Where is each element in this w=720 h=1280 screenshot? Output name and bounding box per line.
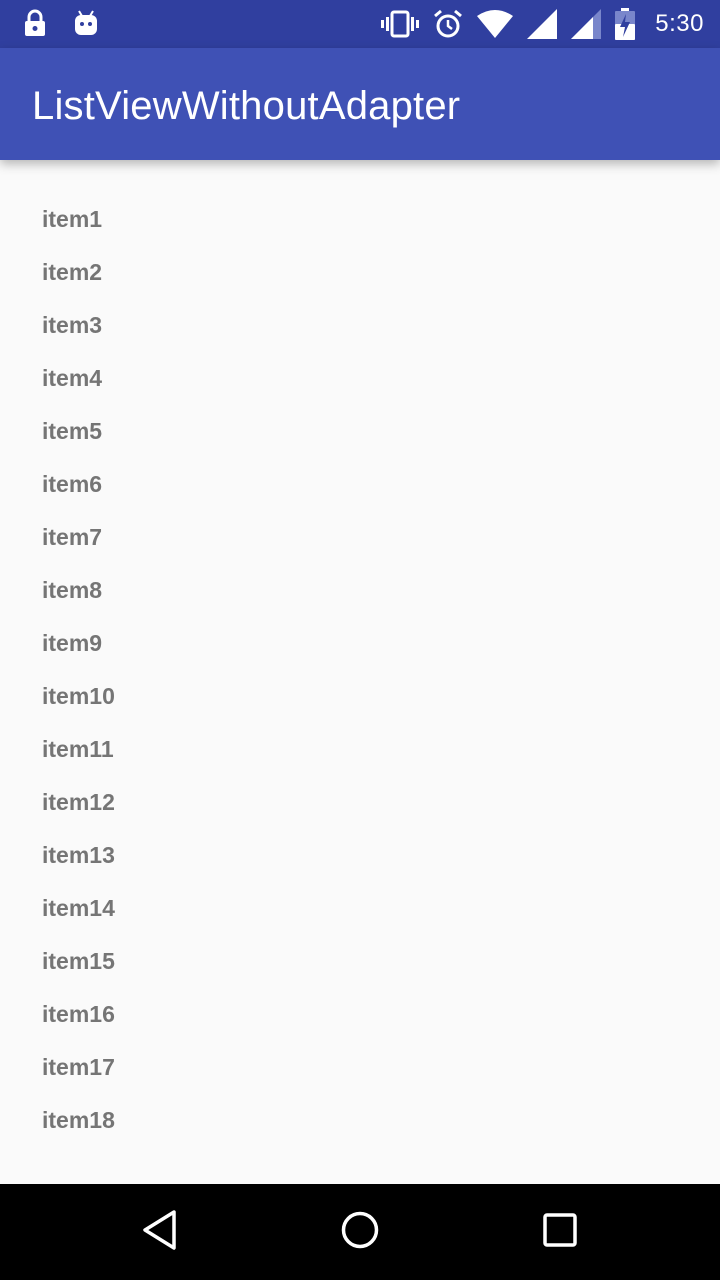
home-button[interactable] xyxy=(336,1208,384,1256)
list-item-label: item8 xyxy=(42,577,103,603)
list-item-label: item13 xyxy=(42,842,115,868)
list-item-label: item7 xyxy=(42,524,103,550)
alarm-icon xyxy=(433,9,463,39)
recent-apps-button[interactable] xyxy=(536,1208,584,1256)
back-button[interactable] xyxy=(136,1208,184,1256)
list-item[interactable]: item4 xyxy=(0,352,720,405)
list-item[interactable]: item1 xyxy=(0,193,720,246)
list-item-label: item10 xyxy=(42,683,115,709)
list-item[interactable]: item15 xyxy=(0,935,720,988)
list-item-label: item2 xyxy=(42,259,103,285)
status-system-icons: 5:30 xyxy=(381,6,704,42)
signal-icon-2 xyxy=(571,9,602,39)
list-item[interactable]: item7 xyxy=(0,511,720,564)
list-item-label: item6 xyxy=(42,471,103,497)
list-item-label: item9 xyxy=(42,630,103,656)
android-icon xyxy=(72,8,100,38)
status-notifications xyxy=(22,8,100,38)
vibrate-icon xyxy=(381,9,420,39)
list-item-label: item15 xyxy=(42,948,115,974)
home-icon xyxy=(339,1209,381,1256)
app-bar: ListViewWithoutAdapter xyxy=(0,48,720,160)
list-item-label: item11 xyxy=(42,736,114,762)
list-item[interactable]: item11 xyxy=(0,723,720,776)
list-item[interactable]: item6 xyxy=(0,458,720,511)
list-item-label: item3 xyxy=(42,312,103,338)
list-item-label: item5 xyxy=(42,418,103,444)
list-item-label: item18 xyxy=(42,1107,115,1133)
list-item-label: item17 xyxy=(42,1054,115,1080)
list-item-label: item4 xyxy=(42,365,103,391)
list-item[interactable]: item14 xyxy=(0,882,720,935)
list-item[interactable]: item3 xyxy=(0,299,720,352)
list-view[interactable]: item1 item2 item3 item4 item5 item6 item… xyxy=(0,193,720,1147)
status-bar: 5:30 xyxy=(0,0,720,48)
back-icon xyxy=(140,1209,180,1256)
list-item[interactable]: item13 xyxy=(0,829,720,882)
list-item[interactable]: item5 xyxy=(0,405,720,458)
list-item[interactable]: item17 xyxy=(0,1041,720,1094)
list-item-label: item12 xyxy=(42,789,115,815)
battery-charging-icon xyxy=(615,8,636,40)
lock-icon xyxy=(22,8,48,38)
recent-apps-icon xyxy=(541,1211,579,1254)
navigation-bar xyxy=(0,1184,720,1280)
app-title: ListViewWithoutAdapter xyxy=(32,84,461,128)
list-item[interactable]: item9 xyxy=(0,617,720,670)
status-time: 5:30 xyxy=(655,10,704,37)
list-item-label: item14 xyxy=(42,895,115,921)
signal-icon xyxy=(527,9,558,39)
list-item[interactable]: item12 xyxy=(0,776,720,829)
list-item-label: item1 xyxy=(42,206,103,232)
list-item-label: item16 xyxy=(42,1001,115,1027)
wifi-icon xyxy=(477,10,514,38)
list-item[interactable]: item10 xyxy=(0,670,720,723)
list-item[interactable]: item8 xyxy=(0,564,720,617)
list-item[interactable]: item2 xyxy=(0,246,720,299)
list-item[interactable]: item18 xyxy=(0,1094,720,1147)
list-item[interactable]: item16 xyxy=(0,988,720,1041)
